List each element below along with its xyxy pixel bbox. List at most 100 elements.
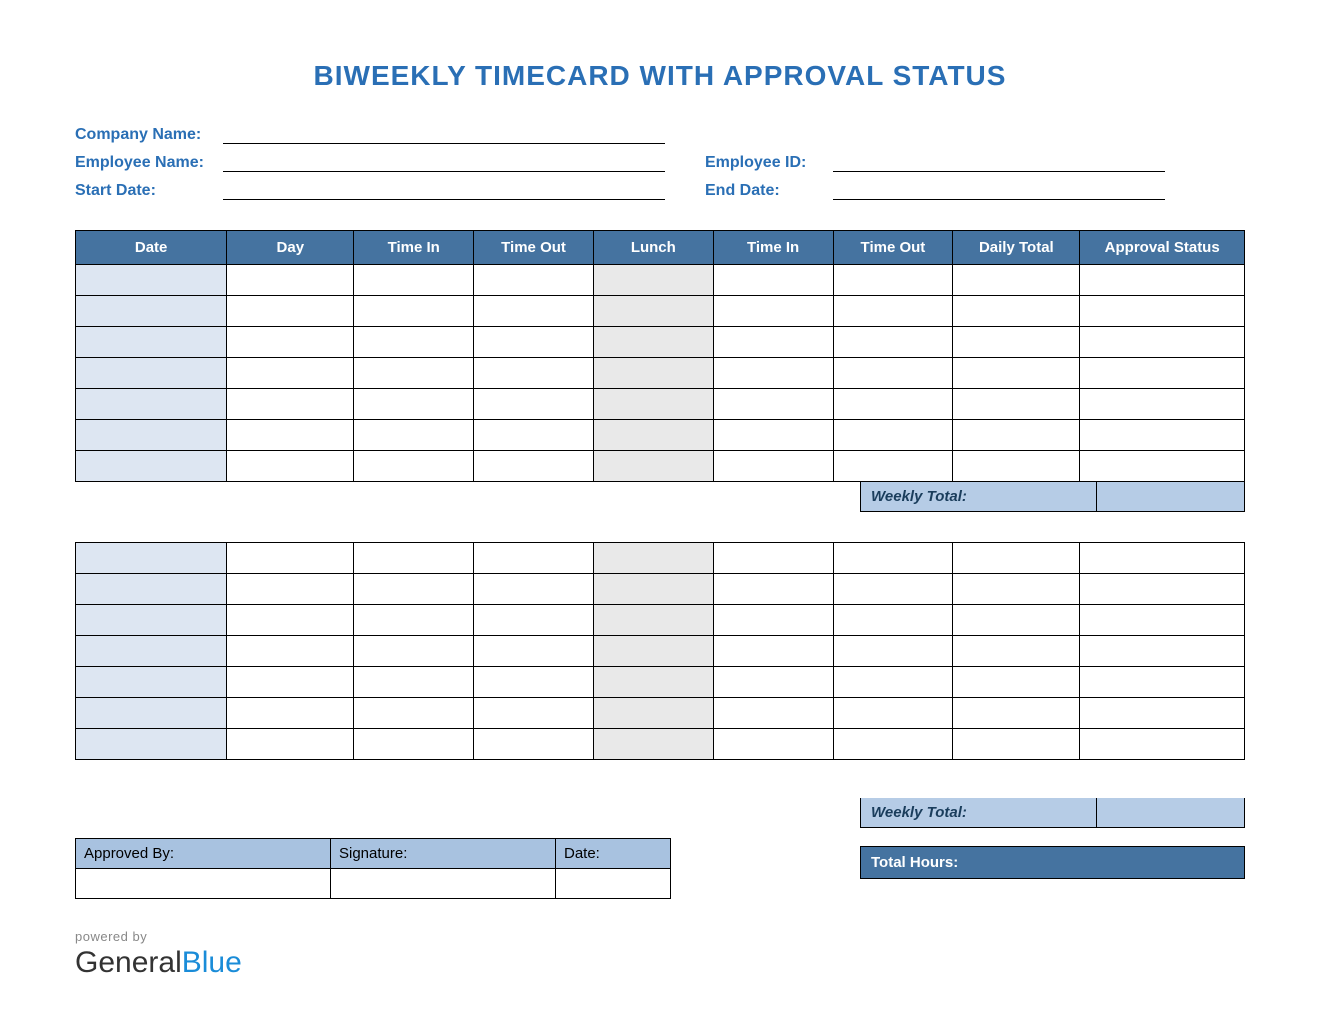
table-cell[interactable] <box>76 698 227 729</box>
table-cell[interactable] <box>76 729 227 760</box>
table-cell[interactable] <box>953 698 1080 729</box>
table-cell[interactable] <box>833 605 953 636</box>
table-cell[interactable] <box>713 389 833 420</box>
table-cell[interactable] <box>1080 729 1245 760</box>
table-cell[interactable] <box>474 636 594 667</box>
table-cell[interactable] <box>833 667 953 698</box>
table-cell[interactable] <box>474 358 594 389</box>
table-cell[interactable] <box>713 605 833 636</box>
table-cell[interactable] <box>76 543 227 574</box>
table-cell[interactable] <box>474 451 594 482</box>
table-cell[interactable] <box>833 543 953 574</box>
table-cell[interactable] <box>227 729 354 760</box>
employee-name-field[interactable] <box>223 150 665 172</box>
approval-date-field[interactable] <box>556 869 671 899</box>
table-cell[interactable] <box>227 667 354 698</box>
table-cell[interactable] <box>227 605 354 636</box>
table-cell[interactable] <box>953 451 1080 482</box>
table-cell[interactable] <box>953 605 1080 636</box>
table-cell[interactable] <box>227 574 354 605</box>
table-cell[interactable] <box>354 729 474 760</box>
table-cell[interactable] <box>354 389 474 420</box>
table-cell[interactable] <box>474 667 594 698</box>
table-cell[interactable] <box>1080 543 1245 574</box>
table-cell[interactable] <box>1080 636 1245 667</box>
table-cell[interactable] <box>474 420 594 451</box>
table-cell[interactable] <box>474 543 594 574</box>
table-cell[interactable] <box>76 451 227 482</box>
table-cell[interactable] <box>833 296 953 327</box>
table-cell[interactable] <box>227 420 354 451</box>
table-cell[interactable] <box>1080 389 1245 420</box>
table-cell[interactable] <box>833 451 953 482</box>
table-cell[interactable] <box>227 358 354 389</box>
table-cell[interactable] <box>833 636 953 667</box>
table-cell[interactable] <box>593 636 713 667</box>
table-cell[interactable] <box>227 543 354 574</box>
table-cell[interactable] <box>354 698 474 729</box>
table-cell[interactable] <box>354 420 474 451</box>
table-cell[interactable] <box>713 574 833 605</box>
table-cell[interactable] <box>76 420 227 451</box>
table-cell[interactable] <box>953 327 1080 358</box>
table-cell[interactable] <box>354 543 474 574</box>
table-cell[interactable] <box>593 698 713 729</box>
table-cell[interactable] <box>474 605 594 636</box>
employee-id-field[interactable] <box>833 150 1165 172</box>
table-cell[interactable] <box>593 543 713 574</box>
table-cell[interactable] <box>953 389 1080 420</box>
table-cell[interactable] <box>354 265 474 296</box>
table-cell[interactable] <box>953 636 1080 667</box>
table-cell[interactable] <box>833 358 953 389</box>
start-date-field[interactable] <box>223 178 665 200</box>
table-cell[interactable] <box>713 667 833 698</box>
table-cell[interactable] <box>474 698 594 729</box>
table-cell[interactable] <box>354 636 474 667</box>
table-cell[interactable] <box>76 296 227 327</box>
table-cell[interactable] <box>76 358 227 389</box>
table-cell[interactable] <box>474 574 594 605</box>
table-cell[interactable] <box>593 729 713 760</box>
table-cell[interactable] <box>76 389 227 420</box>
table-cell[interactable] <box>713 358 833 389</box>
table-cell[interactable] <box>593 296 713 327</box>
table-cell[interactable] <box>833 327 953 358</box>
table-cell[interactable] <box>1080 358 1245 389</box>
table-cell[interactable] <box>593 667 713 698</box>
table-cell[interactable] <box>227 265 354 296</box>
table-cell[interactable] <box>713 729 833 760</box>
table-cell[interactable] <box>227 451 354 482</box>
table-cell[interactable] <box>1080 327 1245 358</box>
table-cell[interactable] <box>713 327 833 358</box>
table-cell[interactable] <box>953 543 1080 574</box>
signature-field[interactable] <box>331 869 556 899</box>
table-cell[interactable] <box>593 420 713 451</box>
table-cell[interactable] <box>833 574 953 605</box>
table-cell[interactable] <box>474 729 594 760</box>
table-cell[interactable] <box>713 265 833 296</box>
table-cell[interactable] <box>76 605 227 636</box>
table-cell[interactable] <box>953 729 1080 760</box>
table-cell[interactable] <box>354 358 474 389</box>
table-cell[interactable] <box>1080 420 1245 451</box>
table-cell[interactable] <box>227 698 354 729</box>
table-cell[interactable] <box>833 265 953 296</box>
table-cell[interactable] <box>76 667 227 698</box>
table-cell[interactable] <box>713 420 833 451</box>
table-cell[interactable] <box>593 389 713 420</box>
table-cell[interactable] <box>354 296 474 327</box>
company-name-field[interactable] <box>223 122 665 144</box>
table-cell[interactable] <box>713 543 833 574</box>
table-cell[interactable] <box>76 265 227 296</box>
table-cell[interactable] <box>474 265 594 296</box>
table-cell[interactable] <box>833 420 953 451</box>
end-date-field[interactable] <box>833 178 1165 200</box>
table-cell[interactable] <box>833 698 953 729</box>
table-cell[interactable] <box>1080 698 1245 729</box>
table-cell[interactable] <box>593 605 713 636</box>
table-cell[interactable] <box>953 667 1080 698</box>
table-cell[interactable] <box>1080 667 1245 698</box>
table-cell[interactable] <box>833 389 953 420</box>
table-cell[interactable] <box>354 327 474 358</box>
table-cell[interactable] <box>474 327 594 358</box>
